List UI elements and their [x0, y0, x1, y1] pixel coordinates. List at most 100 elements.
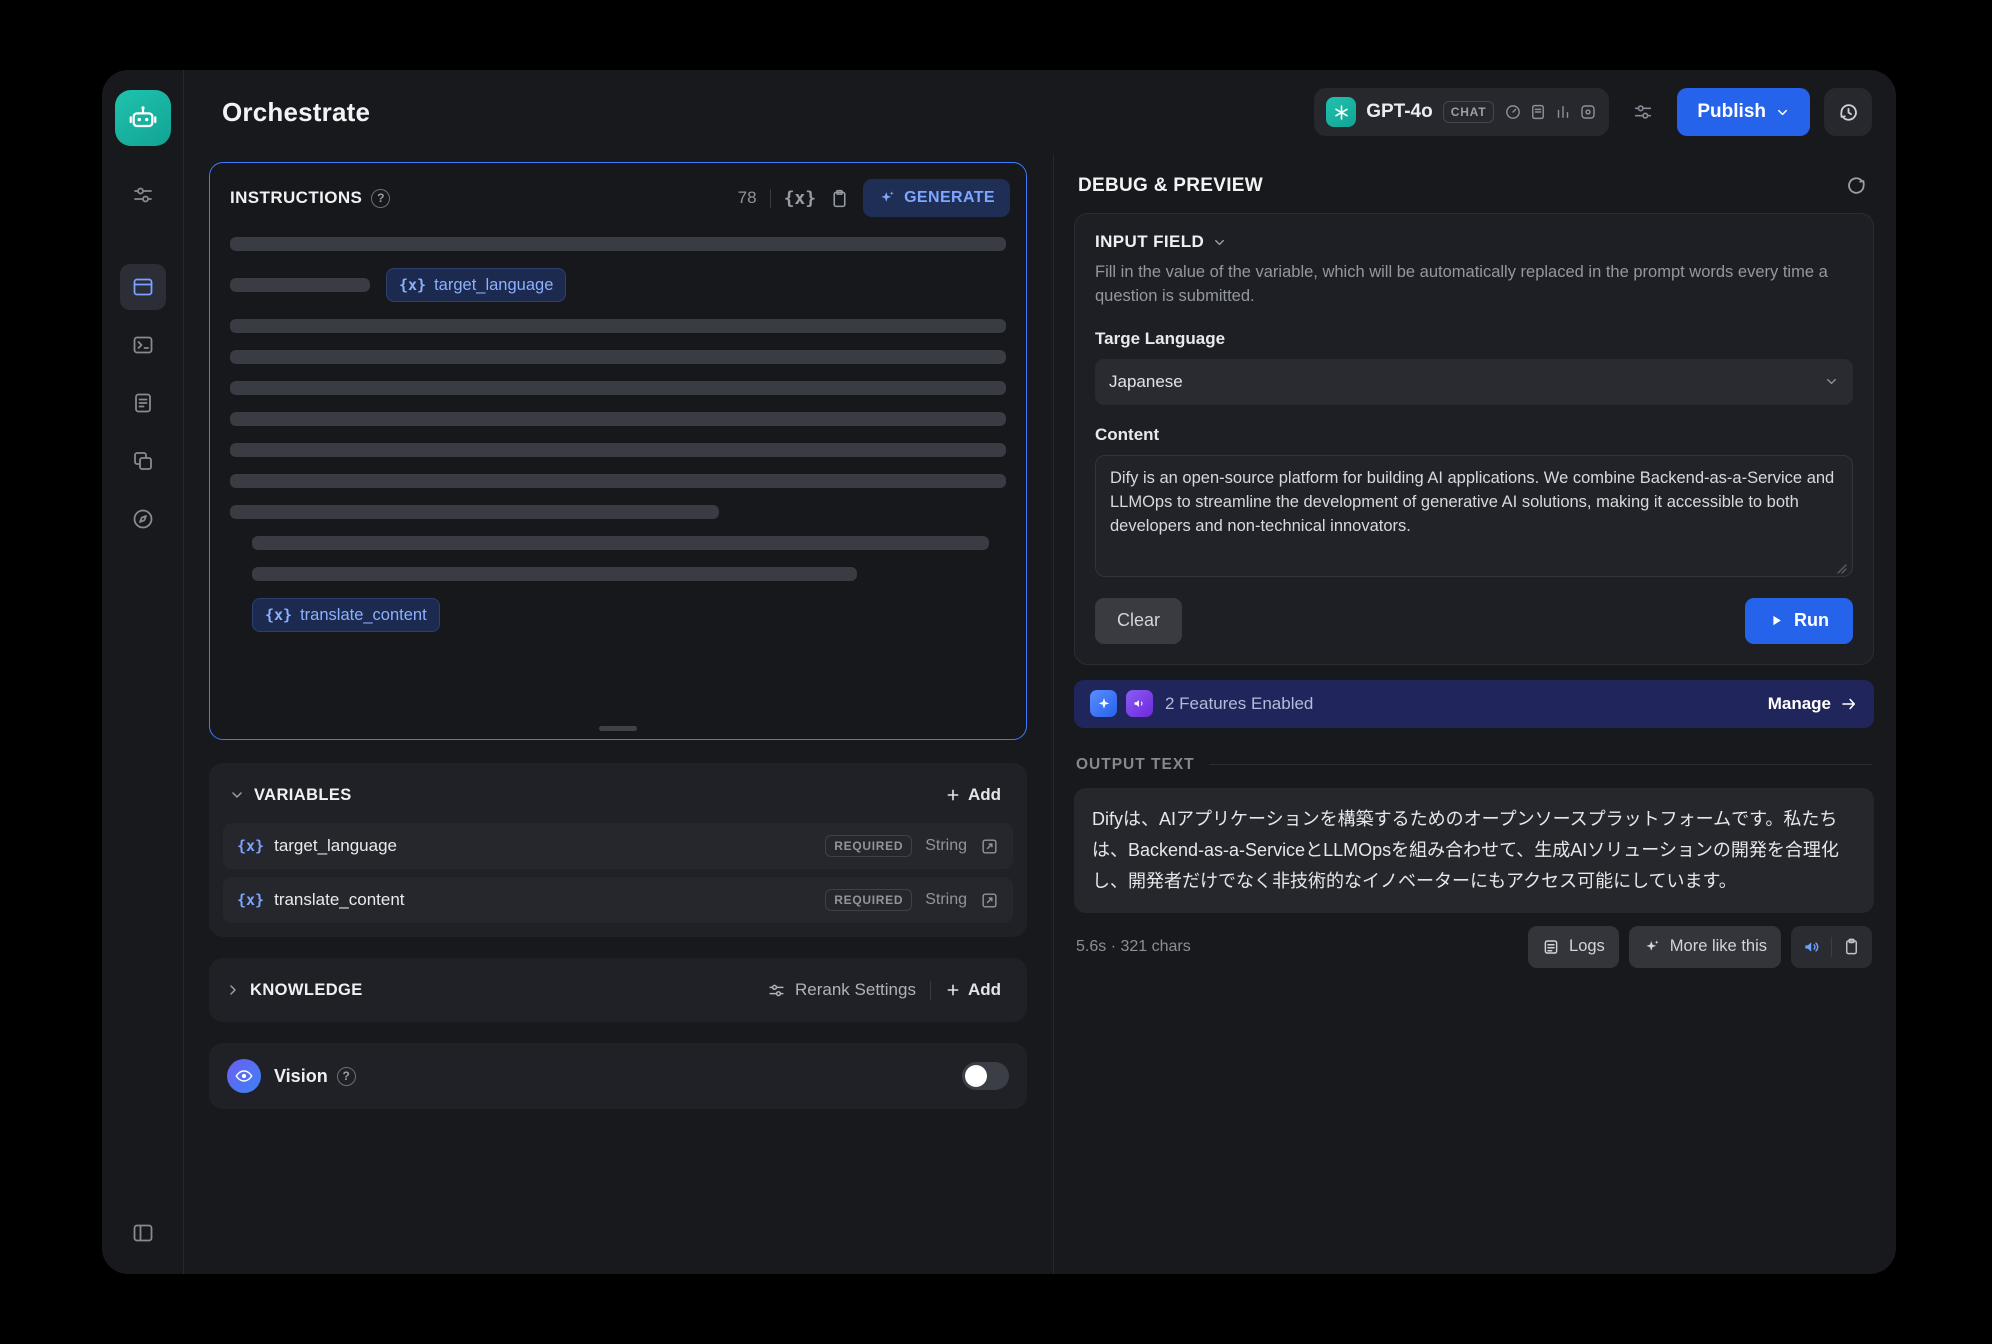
clipboard-icon	[829, 188, 850, 209]
generate-button[interactable]: GENERATE	[863, 179, 1010, 217]
variables-header: VARIABLES Add	[223, 775, 1013, 823]
variable-chip-target-language[interactable]: {x} target_language	[386, 268, 566, 302]
vision-toggle[interactable]	[962, 1062, 1009, 1090]
audio-copy-pill	[1791, 926, 1872, 968]
add-label: Add	[968, 980, 1001, 1000]
resize-handle[interactable]	[599, 726, 637, 731]
instructions-panel: INSTRUCTIONS 78 {x}	[209, 162, 1027, 740]
history-icon	[1837, 101, 1860, 124]
model-selector[interactable]: GPT-4o CHAT	[1314, 88, 1609, 136]
prompt-skeleton: {x} target_language	[210, 231, 1026, 739]
text-to-speech-button[interactable]	[1793, 928, 1831, 966]
variable-token: {x}	[237, 891, 264, 909]
variable-token: {x}	[399, 276, 426, 294]
sidebar-item-terminal[interactable]	[120, 322, 166, 368]
more-like-this-button[interactable]: More like this	[1629, 926, 1781, 968]
chevron-right-icon[interactable]	[225, 982, 241, 998]
skeleton-line	[230, 350, 1006, 364]
clipboard-icon	[1842, 937, 1861, 956]
orchestrate-window-icon	[131, 275, 155, 299]
add-knowledge-button[interactable]: Add	[937, 974, 1009, 1006]
clear-button[interactable]: Clear	[1095, 598, 1182, 644]
sidebar-item-settings[interactable]	[120, 172, 166, 218]
arrow-right-icon	[1840, 695, 1858, 713]
rerank-label: Rerank Settings	[795, 980, 916, 1000]
input-field-description: Fill in the value of the variable, which…	[1095, 261, 1853, 309]
sidebar-item-annotations[interactable]	[120, 438, 166, 484]
skeleton-line	[230, 505, 719, 519]
sidebar-item-logs[interactable]	[120, 380, 166, 426]
model-modalities-icon	[1579, 103, 1597, 121]
toggle-knob	[965, 1065, 987, 1087]
page-title: Orchestrate	[222, 97, 370, 128]
features-enabled-text: 2 Features Enabled	[1165, 694, 1313, 714]
robot-icon	[127, 102, 159, 134]
model-feature-icons	[1504, 103, 1597, 121]
restart-button[interactable]	[1845, 174, 1868, 197]
knowledge-title: KNOWLEDGE	[250, 981, 363, 1000]
content-label: Content	[1095, 425, 1853, 445]
copy-prompt-button[interactable]	[829, 188, 850, 209]
knowledge-panel: KNOWLEDGE Rerank Settings	[209, 958, 1027, 1022]
language-label: Targe Language	[1095, 329, 1853, 349]
instructions-header: INSTRUCTIONS 78 {x}	[210, 163, 1026, 231]
variables-panel: VARIABLES Add {x} target_langu	[209, 763, 1027, 937]
variable-row[interactable]: {x} translate_content REQUIRED String	[223, 877, 1013, 923]
feature-sparkle-icon	[1090, 690, 1117, 717]
skeleton-line	[230, 443, 1006, 457]
refresh-icon	[1845, 174, 1868, 197]
sidebar-nav	[120, 264, 166, 554]
model-params-button[interactable]	[1623, 92, 1663, 132]
output-meta-row: 5.6s · 321 chars Logs	[1074, 926, 1874, 968]
history-button[interactable]	[1824, 88, 1872, 136]
logs-button[interactable]: Logs	[1528, 926, 1619, 968]
copy-output-button[interactable]	[1832, 928, 1870, 966]
output-actions: Logs More like this	[1528, 926, 1872, 968]
variable-type: String	[925, 891, 967, 909]
language-select[interactable]: Japanese	[1095, 359, 1853, 405]
play-icon	[1769, 613, 1784, 628]
run-button[interactable]: Run	[1745, 598, 1853, 644]
variable-chip-translate-content[interactable]: {x} translate_content	[252, 598, 440, 632]
skeleton-line	[230, 412, 1006, 426]
model-mode-badge: CHAT	[1443, 101, 1495, 123]
edit-variable-button[interactable]	[980, 891, 999, 910]
collapse-sidebar-button[interactable]	[120, 1210, 166, 1256]
document-icon	[131, 391, 155, 415]
chevron-down-icon	[1824, 374, 1839, 389]
input-field-header[interactable]: INPUT FIELD	[1095, 232, 1853, 252]
variable-chip-label: translate_content	[300, 606, 427, 625]
divider	[770, 189, 771, 208]
panes: INSTRUCTIONS 78 {x}	[184, 154, 1896, 1274]
topbar: Orchestrate GPT-4o CHAT	[184, 70, 1896, 154]
insert-variable-button[interactable]: {x}	[784, 188, 817, 209]
speaker-icon	[1802, 937, 1822, 957]
help-icon[interactable]	[371, 189, 390, 208]
terminal-icon	[131, 333, 155, 357]
sidebar-item-monitoring[interactable]	[120, 496, 166, 542]
divider	[1209, 764, 1872, 765]
rerank-settings-button[interactable]: Rerank Settings	[759, 974, 924, 1006]
char-count: 78	[738, 188, 757, 208]
chevron-down-icon[interactable]	[229, 787, 245, 803]
variable-chip-label: target_language	[434, 276, 553, 295]
run-label: Run	[1794, 610, 1829, 631]
manage-features-button[interactable]: Manage	[1768, 694, 1858, 714]
add-variable-button[interactable]: Add	[937, 779, 1009, 811]
help-icon[interactable]	[337, 1067, 356, 1086]
skeleton-line	[252, 567, 857, 581]
edit-variable-button[interactable]	[980, 837, 999, 856]
content-textarea[interactable]: Dify is an open-source platform for buil…	[1095, 455, 1853, 577]
app-logo[interactable]	[115, 90, 171, 146]
output-title: OUTPUT TEXT	[1076, 756, 1195, 774]
variable-row[interactable]: {x} target_language REQUIRED String	[223, 823, 1013, 869]
add-label: Add	[968, 785, 1001, 805]
vision-label: Vision	[274, 1066, 328, 1087]
sparkle-icon	[878, 189, 896, 207]
annotation-copy-icon	[131, 449, 155, 473]
output-text: Difyは、AIアプリケーションを構築するためのオープンソースプラットフォームで…	[1074, 788, 1874, 913]
vision-panel: Vision	[209, 1043, 1027, 1109]
publish-button[interactable]: Publish	[1677, 88, 1810, 136]
generate-label: GENERATE	[904, 189, 995, 207]
sidebar-item-orchestrate[interactable]	[120, 264, 166, 310]
